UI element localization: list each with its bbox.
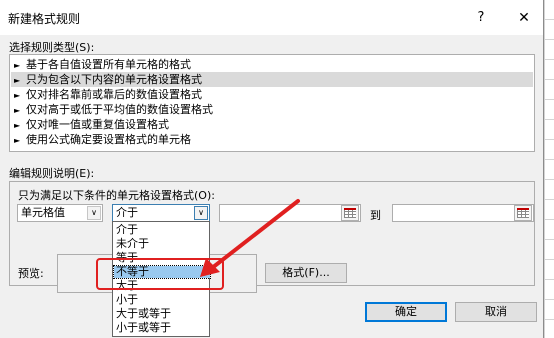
rule-description-label: 编辑规则说明(E): <box>9 167 95 180</box>
rule-type-item-selected[interactable]: ► 只为包含以下内容的单元格设置格式 <box>11 72 533 87</box>
rule-type-item-label: 基于各自值设置所有单元格的格式 <box>26 58 191 71</box>
chevron-down-icon[interactable]: ∨ <box>87 206 101 220</box>
close-icon[interactable]: ✕ <box>513 8 535 28</box>
format-button[interactable]: 格式(F)... <box>265 263 347 283</box>
cell-value-combo-text: 单元格值 <box>21 206 65 219</box>
rule-type-item-label: 只为包含以下内容的单元格设置格式 <box>26 73 202 86</box>
condition-label: 只为满足以下条件的单元格设置格式(O): <box>18 189 215 202</box>
to-label: 到 <box>370 209 381 222</box>
chevron-down-icon[interactable]: ∨ <box>194 206 208 220</box>
cancel-button[interactable]: 取消 <box>455 302 537 322</box>
sheet-grid-edge <box>544 0 554 338</box>
title-bar: 新建格式规则 ? ✕ <box>0 0 543 35</box>
value-max-input[interactable] <box>392 204 534 222</box>
rule-type-item[interactable]: ► 使用公式确定要设置格式的单元格 <box>11 132 533 147</box>
triangle-icon: ► <box>14 91 21 100</box>
triangle-icon: ► <box>14 76 21 85</box>
help-icon[interactable]: ? <box>470 8 492 28</box>
value-min-input[interactable] <box>219 204 361 222</box>
rule-type-item[interactable]: ► 仅对排名靠前或靠后的数值设置格式 <box>11 87 533 102</box>
new-format-rule-dialog: 新建格式规则 ? ✕ 选择规则类型(S): ► 基于各自值设置所有单元格的格式 ►… <box>0 0 544 338</box>
rule-type-item[interactable]: ► 仅对唯一值或重复值设置格式 <box>11 117 533 132</box>
triangle-icon: ► <box>14 61 21 70</box>
preview-label: 预览: <box>18 267 44 280</box>
rule-type-list: ► 基于各自值设置所有单元格的格式 ► 只为包含以下内容的单元格设置格式 ► 仅对排名… <box>9 54 535 152</box>
range-select-icon[interactable] <box>341 205 359 221</box>
annotation-highlight-box <box>96 258 224 290</box>
triangle-icon: ► <box>14 121 21 130</box>
triangle-icon: ► <box>14 106 21 115</box>
ok-button[interactable]: 确定 <box>365 302 447 322</box>
rule-type-item[interactable]: ► 基于各自值设置所有单元格的格式 <box>11 57 533 72</box>
operator-option[interactable]: 未介于 <box>114 238 210 250</box>
cell-value-combo[interactable]: 单元格值 ∨ <box>17 204 103 222</box>
operator-option[interactable]: 小于或等于 <box>114 322 210 334</box>
dialog-title: 新建格式规则 <box>8 12 81 26</box>
rule-type-item-label: 仅对高于或低于平均值的数值设置格式 <box>26 103 213 116</box>
triangle-icon: ► <box>14 136 21 145</box>
operator-combo[interactable]: 介于 ∨ <box>112 204 210 222</box>
rule-type-item-label: 仅对排名靠前或靠后的数值设置格式 <box>26 88 202 101</box>
rule-type-item-label: 仅对唯一值或重复值设置格式 <box>26 118 169 131</box>
rule-type-item[interactable]: ► 仅对高于或低于平均值的数值设置格式 <box>11 102 533 117</box>
operator-option[interactable]: 小于 <box>114 294 210 306</box>
operator-combo-text: 介于 <box>116 206 138 219</box>
rule-type-label: 选择规则类型(S): <box>9 41 95 54</box>
rule-type-item-label: 使用公式确定要设置格式的单元格 <box>26 133 191 146</box>
range-select-icon[interactable] <box>514 205 532 221</box>
operator-option[interactable]: 大于或等于 <box>114 308 210 320</box>
operator-option[interactable]: 介于 <box>114 224 210 236</box>
